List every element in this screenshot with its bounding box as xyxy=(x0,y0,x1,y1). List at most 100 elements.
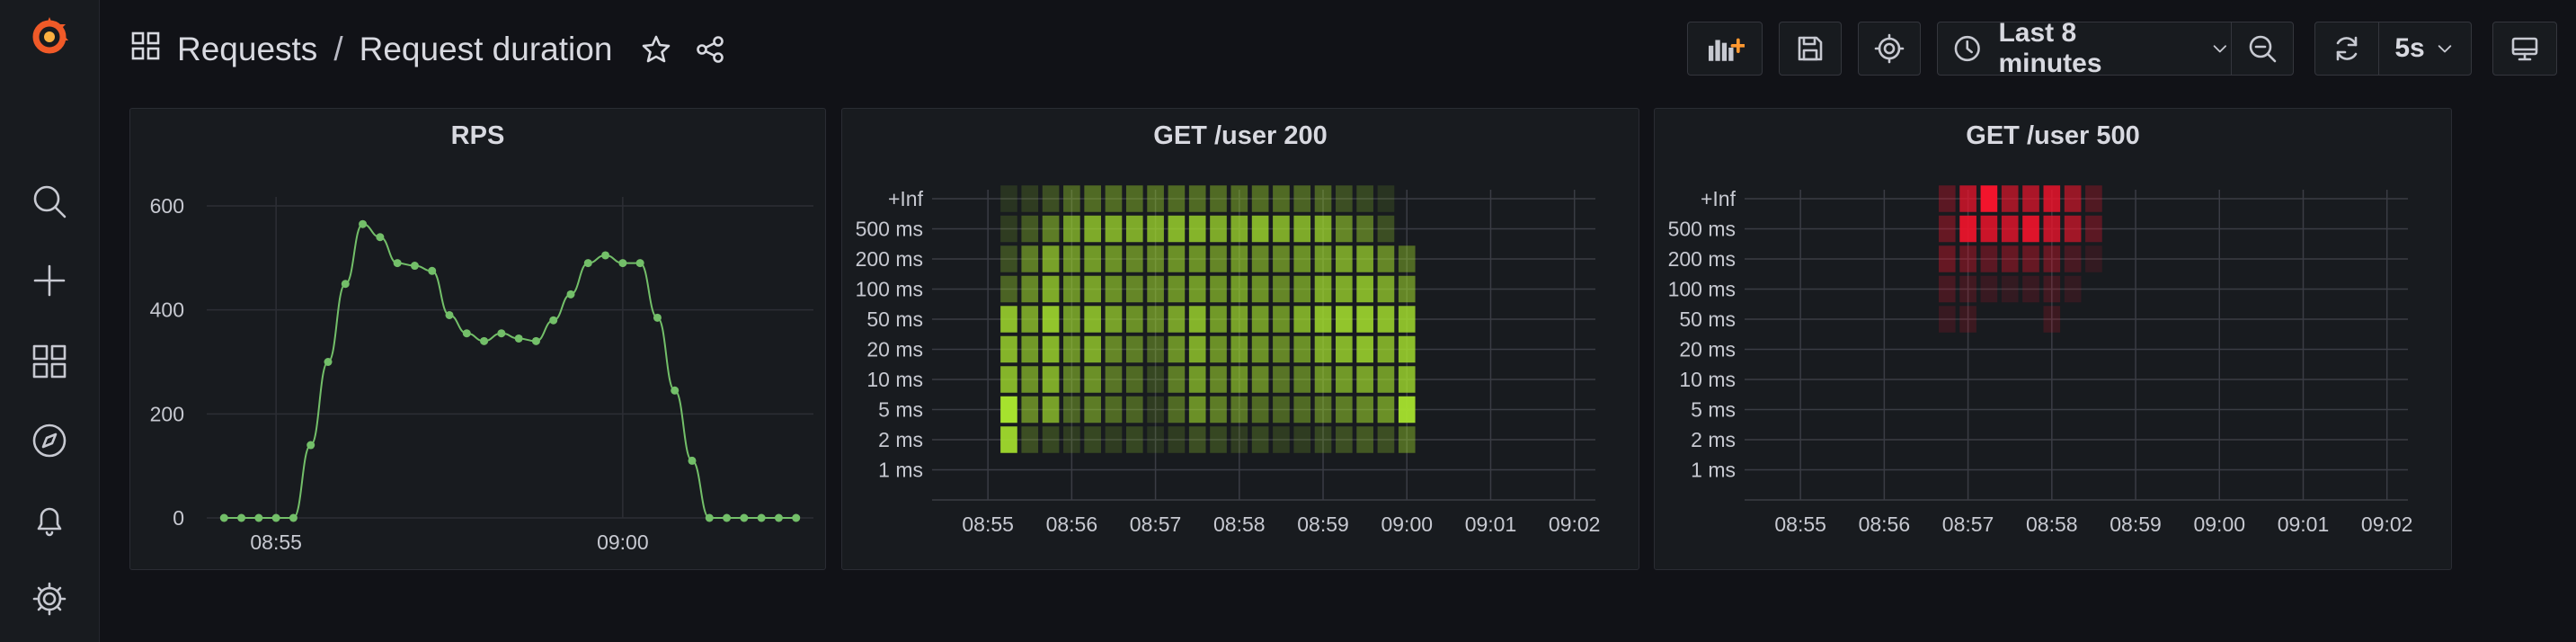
heatmap-cell xyxy=(1000,426,1017,453)
heatmap-cell xyxy=(1251,396,1269,424)
heatmap-cell xyxy=(1210,245,1227,272)
heatmap-cell xyxy=(1000,215,1017,243)
heatmap-cell xyxy=(1314,275,1332,303)
bell-alerting-icon[interactable] xyxy=(22,493,76,547)
save-dashboard-button[interactable] xyxy=(1779,22,1842,76)
heatmap-cell xyxy=(1188,426,1206,453)
heatmap-cell xyxy=(1273,185,1290,212)
y-bucket-label: 50 ms xyxy=(866,308,923,331)
heatmap-cell xyxy=(1125,366,1143,393)
y-bucket-label: 2 ms xyxy=(878,428,923,451)
heatmap-cell xyxy=(1398,245,1416,272)
heatmap-cell xyxy=(1980,215,1998,243)
heatmap-cell xyxy=(1084,335,1101,363)
heatmap-cell xyxy=(2001,185,2019,212)
heatmap-cell xyxy=(1063,426,1080,453)
heatmap-cell xyxy=(1959,245,1976,272)
refresh-button[interactable] xyxy=(2314,22,2379,76)
heatmap-cell xyxy=(2064,275,2082,303)
gear-settings-icon[interactable] xyxy=(22,572,76,626)
heatmap-cell xyxy=(1105,426,1123,453)
data-point xyxy=(462,329,471,338)
y-bucket-label: 200 ms xyxy=(1668,247,1736,271)
dashboards-grid-icon[interactable] xyxy=(22,334,76,388)
heatmap-cell xyxy=(1959,306,1976,333)
heatmap-200: 1 ms 2 ms 5 ms 10 ms 20 ms 50 ms 100 ms 200 ms 5… xyxy=(856,185,1600,536)
heatmap-cell xyxy=(1084,396,1101,424)
heatmap-cell xyxy=(1105,275,1123,303)
compass-explore-icon[interactable] xyxy=(22,414,76,468)
heatmap-cell xyxy=(1000,245,1017,272)
heatmap-cell xyxy=(1230,275,1248,303)
y-bucket-label: 100 ms xyxy=(1668,278,1736,301)
time-range-label: Last 8 minutes xyxy=(1998,18,2102,78)
data-point xyxy=(428,266,437,275)
dashboard-grid-icon xyxy=(130,31,161,69)
heatmap-cell xyxy=(1063,335,1080,363)
data-point xyxy=(497,329,506,338)
heatmap-cell xyxy=(2022,185,2039,212)
heatmap-cell xyxy=(1063,366,1080,393)
heatmap-cell xyxy=(1000,366,1017,393)
heatmap-cell xyxy=(1063,185,1080,212)
data-point xyxy=(254,513,263,522)
breadcrumb: Requests / Request duration xyxy=(130,27,725,72)
data-point xyxy=(635,259,644,268)
heatmap-cell xyxy=(1356,306,1373,333)
heatmap-cell xyxy=(2001,215,2019,243)
heatmap-cell xyxy=(1938,245,1956,272)
heatmap-cell xyxy=(1063,245,1080,272)
heatmap-cell xyxy=(1377,335,1395,363)
sidebar xyxy=(0,0,100,642)
heatmap-cell xyxy=(2085,185,2102,212)
heatmap-cell xyxy=(1314,366,1332,393)
heatmap-cell xyxy=(1042,335,1060,363)
x-tick-label: 08:59 xyxy=(1297,513,1349,536)
data-point xyxy=(723,513,732,522)
heatmap-cell xyxy=(1251,245,1269,272)
heatmap-cell xyxy=(1980,185,1998,212)
panel-rps[interactable]: RPS 0 200 400 600 08:55 09:00 xyxy=(129,108,826,570)
heatmap-cell xyxy=(1230,335,1248,363)
heatmap-cell xyxy=(1147,185,1164,212)
add-panel-button[interactable] xyxy=(1687,22,1763,76)
heatmap-cell xyxy=(1273,366,1290,393)
heatmap-cell xyxy=(1210,426,1227,453)
grafana-logo-icon[interactable] xyxy=(22,9,76,63)
plus-icon[interactable] xyxy=(22,254,76,308)
heatmap-cell xyxy=(1021,366,1039,393)
heatmap-cell xyxy=(1377,185,1395,212)
series-line xyxy=(224,223,796,519)
dashboard-settings-button[interactable] xyxy=(1858,22,1921,76)
heatmap-cell xyxy=(1251,185,1269,212)
star-icon[interactable] xyxy=(641,34,671,65)
heatmap-cell xyxy=(1293,366,1311,393)
heatmap-cell xyxy=(2043,185,2061,212)
zoom-out-button[interactable] xyxy=(2231,22,2294,76)
heatmap-cell xyxy=(1251,275,1269,303)
panel-get-user-500[interactable]: GET /user 500 1 ms 2 ms 5 ms 10 ms 20 ms 50 m… xyxy=(1654,108,2452,570)
refresh-interval-picker[interactable]: 5s xyxy=(2378,22,2472,76)
heatmap-cell xyxy=(1125,335,1143,363)
breadcrumb-dashboard-title[interactable]: Request duration xyxy=(360,31,613,68)
data-point xyxy=(480,336,489,345)
data-point xyxy=(289,513,298,522)
data-point xyxy=(410,262,419,271)
heatmap-cell xyxy=(1188,366,1206,393)
breadcrumb-folder[interactable]: Requests xyxy=(177,31,317,68)
time-range-picker[interactable]: Last 8 minutes xyxy=(1937,18,2232,78)
x-tick-label: 08:58 xyxy=(1213,513,1266,536)
heatmap-cell xyxy=(1105,306,1123,333)
tv-mode-button[interactable] xyxy=(2492,22,2557,76)
heatmap-cell xyxy=(1314,306,1332,333)
share-icon[interactable] xyxy=(695,34,725,65)
data-point xyxy=(688,456,697,465)
heatmap-cell xyxy=(1273,245,1290,272)
heatmap-cell xyxy=(1210,396,1227,424)
panel-get-user-200[interactable]: GET /user 200 1 ms 2 ms 5 ms 10 ms 20 ms 50 m… xyxy=(841,108,1639,570)
heatmap-cell xyxy=(1084,275,1101,303)
heatmap-cell xyxy=(1230,215,1248,243)
heatmap-cell xyxy=(1168,275,1186,303)
heatmap-cell xyxy=(1336,245,1353,272)
search-icon[interactable] xyxy=(22,174,76,228)
